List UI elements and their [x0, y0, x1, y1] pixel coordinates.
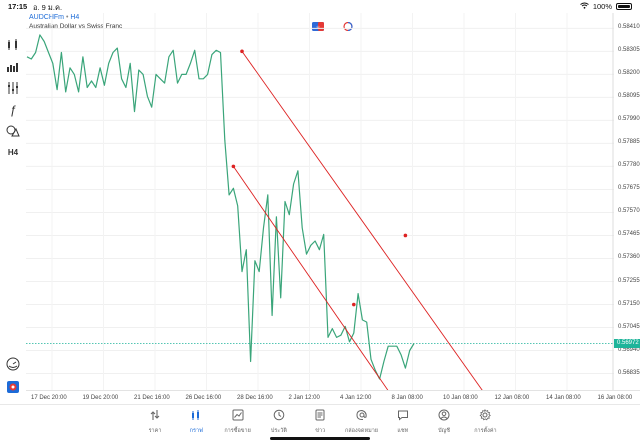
tab-label: ข่าว	[315, 428, 326, 434]
battery-icon	[616, 3, 632, 10]
price-tick-label: 0.58305	[618, 47, 640, 54]
price-tick-label: 0.57360	[618, 254, 640, 261]
price-tick-label: 0.57255	[618, 277, 640, 284]
time-tick-label: 8 Jan 08:00	[391, 395, 423, 401]
time-tick-label: 4 Jan 12:00	[340, 395, 372, 401]
status-bar: 17:15 อ. 9 ม.ค. 100%	[0, 0, 640, 13]
status-right: 100%	[580, 2, 632, 11]
time-tick-label: 14 Jan 08:00	[546, 395, 581, 401]
price-tick-label: 0.57150	[618, 300, 640, 307]
trendline-1[interactable]	[241, 51, 491, 390]
time-tick-label: 26 Dec 16:00	[185, 395, 222, 401]
status-time: 17:15	[8, 2, 28, 11]
price-tick-label: 0.57885	[618, 139, 640, 146]
tab-label: ราคา	[148, 428, 162, 434]
price-tick-label: 0.57675	[618, 185, 640, 192]
time-tick-label: 2 Jan 12:00	[288, 395, 320, 401]
history-icon	[273, 409, 285, 427]
price-tick-label: 0.57780	[618, 162, 640, 169]
tab-chat[interactable]: แชท	[383, 409, 423, 435]
chart-icon	[190, 409, 202, 427]
price-chart[interactable]	[26, 13, 614, 390]
quotes-icon	[149, 409, 161, 427]
time-tick-label: 21 Dec 16:00	[134, 395, 170, 401]
bottom-tab-bar: ราคา กราฟ การซื้อขาย ประวัติ ข่าว กล่องจดหมาย…	[0, 404, 640, 447]
time-tick-label: 28 Dec 16:00	[237, 395, 273, 401]
tab-label: แชท	[397, 428, 409, 434]
price-tick-label: 0.57570	[618, 208, 640, 215]
battery-percent: 100%	[592, 2, 612, 11]
price-tick-label: 0.56835	[618, 369, 640, 376]
current-price-label: 0.56972	[614, 339, 640, 349]
price-tick-label: 0.58200	[618, 70, 640, 77]
price-tick-label: 0.58095	[618, 93, 640, 100]
price-tick-label: 0.58410	[618, 24, 640, 31]
price-tick-label: 0.57465	[618, 231, 640, 238]
tab-label: บัญชี	[438, 428, 451, 434]
tab-settings[interactable]: การตั้งค่า	[465, 408, 505, 435]
indicators-icon[interactable]	[4, 80, 22, 96]
mailbox-icon	[355, 409, 368, 427]
tab-trade[interactable]: การซื้อขาย	[218, 409, 258, 435]
tab-chart[interactable]: กราฟ	[176, 409, 216, 435]
trendline-anchor-point[interactable]	[352, 302, 356, 307]
gauge-icon[interactable]	[4, 356, 22, 372]
time-tick-label: 10 Jan 08:00	[443, 395, 478, 401]
time-axis: 17 Dec 20:00 19 Dec 20:00 21 Dec 16:00 26 D…	[26, 390, 640, 404]
trendline-anchor-point[interactable]	[231, 164, 236, 169]
tab-news[interactable]: ข่าว	[300, 409, 340, 435]
price-tick-label: 0.57990	[618, 116, 640, 123]
tab-quotes[interactable]: ราคา	[135, 409, 175, 435]
time-tick-label: 16 Jan 08:00	[597, 395, 633, 401]
wifi-icon	[580, 2, 589, 11]
broker-icon[interactable]	[4, 379, 22, 395]
time-tick-label: 19 Dec 20:00	[82, 395, 119, 401]
crosshair-tool-icon[interactable]	[4, 37, 22, 53]
trade-icon	[232, 409, 244, 427]
function-icon[interactable]: ƒ	[4, 102, 22, 118]
tab-history[interactable]: ประวัติ	[259, 409, 299, 435]
tab-label: ประวัติ	[270, 428, 287, 434]
tab-account[interactable]: บัญชี	[424, 409, 464, 435]
tab-label: การซื้อขาย	[224, 428, 251, 434]
left-toolbar: ƒ H4	[0, 13, 26, 405]
chart-area[interactable]	[26, 13, 614, 390]
time-tick-label: 17 Dec 20:00	[31, 395, 67, 401]
price-axis: 0.58410 0.58305 0.58200 0.58095 0.57990 0.578…	[614, 13, 640, 390]
timeframe-label[interactable]: H4	[4, 144, 22, 160]
trendline-anchor-point[interactable]	[403, 233, 408, 238]
chart-type-icon[interactable]	[4, 58, 22, 74]
chat-icon	[397, 409, 409, 427]
tab-label: การตั้งค่า	[474, 428, 497, 434]
tab-mailbox[interactable]: กล่องจดหมาย	[342, 409, 382, 435]
tab-label: กล่องจดหมาย	[344, 428, 379, 434]
price-tick-label: 0.57045	[618, 323, 640, 330]
tab-label: กราฟ	[189, 428, 203, 434]
trendline-anchor-point[interactable]	[240, 49, 244, 54]
objects-icon[interactable]	[4, 123, 22, 139]
home-indicator	[270, 437, 370, 440]
news-icon	[314, 409, 326, 427]
time-tick-label: 12 Jan 08:00	[494, 395, 530, 401]
settings-icon	[479, 408, 492, 427]
account-icon	[438, 409, 450, 427]
